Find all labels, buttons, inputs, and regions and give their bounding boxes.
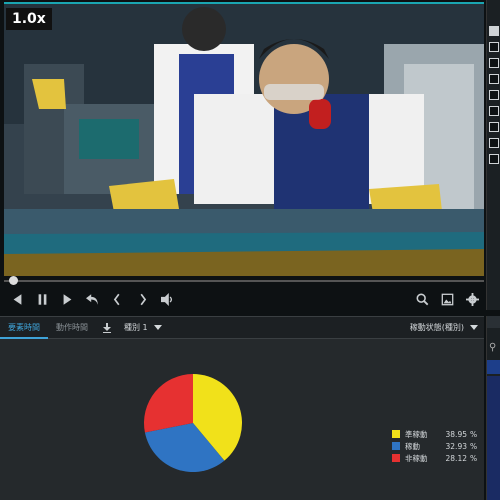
legend-label: 稼動	[405, 441, 420, 451]
player-controls	[4, 287, 484, 311]
search-icon[interactable]: ⚲	[489, 342, 496, 353]
progress-handle[interactable]	[8, 276, 18, 285]
status-dropdown[interactable]: 稼動状態(種別)	[404, 317, 484, 339]
side-list-panel: ⚲	[486, 316, 500, 500]
analysis-panel: 要素時間 動作時間 種別 1 稼動状態(種別) 準稼動 38.95% 稼動 32.93…	[0, 316, 484, 500]
tab-action-time[interactable]: 動作時間	[48, 317, 96, 339]
layer-checkbox[interactable]	[489, 58, 499, 68]
prev-frame-icon[interactable]	[105, 287, 129, 311]
snapshot-icon[interactable]	[435, 287, 459, 311]
settings-icon[interactable]	[460, 287, 484, 311]
status-dropdown-value: 稼動状態(種別)	[409, 323, 464, 332]
play-icon[interactable]	[55, 287, 79, 311]
tab-element-time[interactable]: 要素時間	[0, 317, 48, 339]
legend-swatch	[392, 454, 400, 462]
legend-label: 非稼動	[405, 453, 428, 463]
skip-back-icon[interactable]	[5, 287, 29, 311]
layer-checkbox[interactable]	[489, 154, 499, 164]
layer-checkbox[interactable]	[489, 90, 499, 100]
chevron-down-icon	[470, 325, 478, 330]
layer-checkbox[interactable]	[489, 26, 499, 36]
playback-speed-badge[interactable]: 1.0x	[6, 8, 52, 30]
legend-item: 非稼動 28.12%	[392, 452, 484, 464]
layer-checkbox[interactable]	[489, 122, 499, 132]
progress-bar[interactable]	[4, 276, 484, 285]
layer-checkbox[interactable]	[489, 138, 499, 148]
pie-chart: 準稼動 38.95% 稼動 32.93% 非稼動 28.12%	[0, 340, 484, 500]
legend-swatch	[392, 442, 400, 450]
legend-unit: %	[470, 441, 478, 451]
legend-value: 38.95	[445, 429, 467, 439]
download-icon[interactable]	[96, 317, 118, 339]
video-image	[4, 4, 484, 276]
chart-legend: 準稼動 38.95% 稼動 32.93% 非稼動 28.12%	[392, 428, 484, 464]
side-list-body[interactable]	[487, 376, 500, 500]
chevron-down-icon	[153, 325, 162, 330]
legend-value: 32.93	[445, 441, 467, 451]
zoom-icon[interactable]	[410, 287, 434, 311]
legend-label: 準稼動	[405, 429, 428, 439]
pie-chart-svg	[143, 374, 243, 472]
legend-value: 28.12	[445, 453, 467, 463]
layer-checkbox[interactable]	[489, 106, 499, 116]
undo-icon[interactable]	[80, 287, 104, 311]
legend-item: 準稼動 38.95%	[392, 428, 484, 440]
pause-icon[interactable]	[30, 287, 54, 311]
side-list-header	[487, 316, 500, 328]
category-dropdown-value: 種別 1	[124, 323, 148, 332]
category-dropdown[interactable]: 種別 1	[118, 317, 168, 339]
legend-unit: %	[470, 429, 478, 439]
volume-icon[interactable]	[155, 287, 179, 311]
legend-swatch	[392, 430, 400, 438]
layer-checkbox[interactable]	[489, 74, 499, 84]
analysis-tabs: 要素時間 動作時間 種別 1 稼動状態(種別)	[0, 317, 484, 339]
video-frame[interactable]: 1.0x	[4, 2, 484, 276]
legend-item: 稼動 32.93%	[392, 440, 484, 452]
layer-checkbox[interactable]	[489, 42, 499, 52]
side-list-selected[interactable]	[487, 360, 500, 374]
legend-unit: %	[470, 453, 478, 463]
next-frame-icon[interactable]	[130, 287, 154, 311]
app-window: 1.0x ⚲ 要素時間 動作時間 種別 1 稼動状態(種別) 準稼動 38.95…	[0, 0, 500, 500]
side-panel	[486, 0, 500, 310]
progress-track[interactable]	[4, 280, 484, 282]
pie-slice-2	[143, 374, 193, 433]
